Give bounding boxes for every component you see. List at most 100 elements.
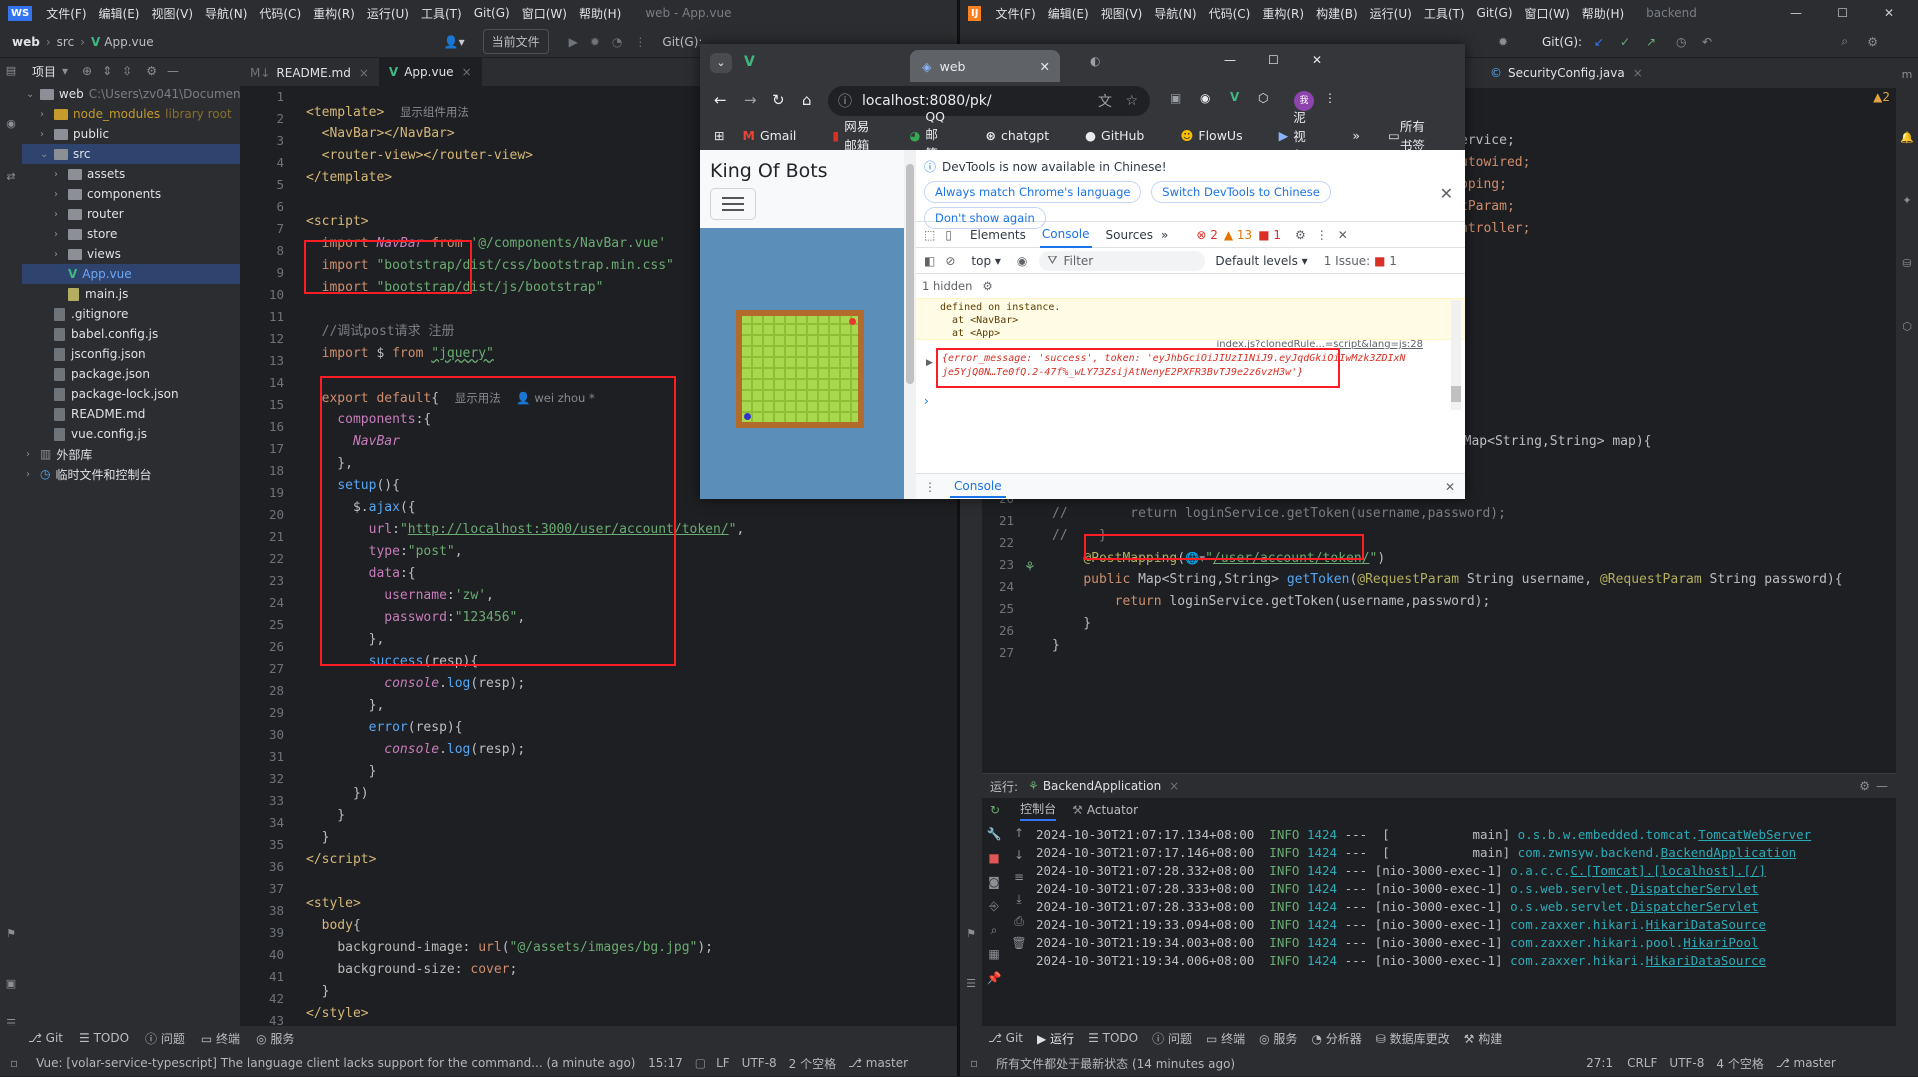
git-tool-button[interactable]: ⎇ Git <box>988 1031 1023 1045</box>
rollback-icon[interactable]: ↶ <box>1702 35 1712 49</box>
caret-position[interactable]: 27:1 <box>1586 1056 1613 1070</box>
log-levels-dropdown[interactable]: Default levels ▾ <box>1215 254 1307 268</box>
stop-icon[interactable]: ■ <box>982 846 1006 870</box>
chevron-icon[interactable]: › <box>26 469 40 480</box>
close-icon[interactable]: × <box>1633 66 1643 80</box>
tree-item[interactable]: › ▥ 外部库 <box>22 444 240 464</box>
menu-view[interactable]: 视图(V) <box>145 5 199 22</box>
issue-badge[interactable]: ■ 1 <box>1258 228 1281 242</box>
todo-tool-button[interactable]: ☰ TODO <box>1088 1031 1138 1045</box>
status-message[interactable]: 所有文件都处于最新状态 (14 minutes ago) <box>996 1055 1556 1072</box>
git-commit-icon[interactable]: ✓ <box>1620 35 1630 49</box>
log-class-link[interactable]: BackendApplication <box>1661 845 1796 860</box>
indent-setting[interactable]: 2 个空格 <box>789 1055 836 1072</box>
maximize-icon[interactable]: ☐ <box>1268 53 1279 67</box>
menu-help[interactable]: 帮助(H) <box>1576 5 1630 22</box>
console-prompt[interactable]: › <box>916 394 1465 410</box>
db-changes-tool-button[interactable]: ⛁ 数据库更改 <box>1376 1030 1450 1047</box>
chevron-icon[interactable]: › <box>54 229 68 240</box>
bookmark-github[interactable]: ● GitHub <box>1085 128 1162 143</box>
translate-icon[interactable]: 文 <box>1098 91 1112 111</box>
more-bookmarks-icon[interactable]: » <box>1352 128 1360 143</box>
wrench-icon[interactable]: 🔧 <box>982 822 1006 846</box>
maven-icon[interactable]: m <box>1896 68 1918 81</box>
gear-icon[interactable]: ⚙ <box>146 64 157 78</box>
drawer-console-tab[interactable]: Console <box>950 476 1006 498</box>
menu-tools[interactable]: 工具(T) <box>415 5 468 22</box>
bookmarks-icon[interactable]: ⚑ <box>0 927 22 940</box>
log-class-link[interactable]: DispatcherServlet <box>1631 899 1759 914</box>
tab-console[interactable]: 控制台 <box>1020 800 1057 821</box>
vue-tab-icon[interactable]: V <box>744 54 755 70</box>
status-message[interactable]: Vue: [volar-service-typescript] The lang… <box>36 1056 636 1070</box>
tab-elements[interactable]: Elements <box>970 228 1026 242</box>
console-filter-input[interactable]: ⛛ Filter <box>1039 250 1206 271</box>
address-bar[interactable]: ⓘ localhost:8080/pk/ 文 ☆ <box>828 86 1150 116</box>
commit-tool-icon[interactable]: ◉ <box>0 117 22 130</box>
debug-icon[interactable]: ✹ <box>1498 35 1508 49</box>
live-expression-icon[interactable]: ◉ <box>1017 254 1027 268</box>
menu-window[interactable]: 窗口(W) <box>516 5 573 22</box>
apps-icon[interactable]: ⊞ <box>714 128 724 143</box>
log-class-link[interactable]: DispatcherServlet <box>1631 881 1759 896</box>
home-icon[interactable]: ⌂ <box>802 91 812 109</box>
chrome-tab-active[interactable]: ◈ web ✕ <box>910 50 1060 82</box>
profiler-tool-button[interactable]: ◔ 分析器 <box>1311 1030 1361 1047</box>
tree-item[interactable]: › ◷ 临时文件和控制台 <box>22 464 240 484</box>
console-scrollbar[interactable] <box>1451 300 1461 410</box>
tab-security-config[interactable]: © SecurityConfig.java × <box>1480 58 1653 88</box>
tree-item[interactable]: ⌄ src <box>22 144 240 164</box>
git-tool-button[interactable]: ⎇ Git <box>28 1031 63 1045</box>
tree-item[interactable]: vue.config.js <box>22 424 240 444</box>
menu-file[interactable]: 文件(F) <box>40 5 92 22</box>
bookmark-163[interactable]: ▮ 网易邮箱 <box>832 116 891 154</box>
breadcrumb-src[interactable]: src <box>57 35 75 49</box>
extensions-icon[interactable]: ⬡ <box>1258 91 1268 105</box>
tab-app-vue[interactable]: V App.vue × <box>378 58 482 88</box>
breadcrumb-file[interactable]: App.vue <box>104 35 153 49</box>
indent-setting[interactable]: 4 个空格 <box>1716 1055 1763 1072</box>
line-separator[interactable]: LF <box>716 1056 730 1070</box>
menu-git[interactable]: Git(G) <box>468 6 516 20</box>
close-icon[interactable]: × <box>359 66 369 80</box>
run-config-dropdown[interactable]: 当前文件 <box>482 29 549 54</box>
tab-sources[interactable]: Sources <box>1106 228 1153 242</box>
expand-all-icon[interactable]: ⇕ <box>102 64 112 78</box>
all-bookmarks[interactable]: ▭ 所有书签 <box>1388 116 1447 154</box>
export-icon[interactable]: ⎆ <box>982 894 1006 918</box>
run-config-tab[interactable]: BackendApplication <box>1043 779 1161 793</box>
close-window-icon[interactable]: ✕ <box>1312 53 1322 67</box>
locate-icon[interactable]: ⊕ <box>82 64 92 78</box>
chevron-down-icon[interactable]: ▾ <box>62 64 68 78</box>
page-scrollbar[interactable] <box>904 150 916 499</box>
gear-icon[interactable]: ⚙ <box>1859 779 1870 793</box>
inspect-icon[interactable]: ⬚ <box>924 228 935 242</box>
tree-item[interactable]: › node_modules library root <box>22 104 240 124</box>
run-icon[interactable]: ▶ <box>569 35 578 49</box>
debug-icon[interactable]: ✹ <box>590 35 600 49</box>
close-devtools-icon[interactable]: ✕ <box>1338 228 1348 242</box>
vue-devtools-icon[interactable]: V <box>1230 90 1239 104</box>
expand-triangle-icon[interactable]: ▶ <box>926 356 933 370</box>
notifications-icon[interactable]: 🔔 <box>1896 131 1918 144</box>
clear-console-icon[interactable]: ⊘ <box>945 254 955 268</box>
hide-icon[interactable]: — <box>167 64 179 78</box>
tab-search-icon[interactable]: ⌄ <box>710 53 732 73</box>
warnings-indicator[interactable]: ▲2 <box>1873 90 1890 104</box>
tree-item[interactable]: › assets <box>22 164 240 184</box>
file-encoding[interactable]: UTF-8 <box>742 1056 777 1070</box>
game-map[interactable] <box>736 310 864 428</box>
log-class-link[interactable]: HikariPool <box>1683 935 1758 950</box>
close-drawer-icon[interactable]: ✕ <box>1445 480 1455 494</box>
close-icon[interactable]: × <box>462 65 472 79</box>
chevron-icon[interactable]: › <box>40 129 54 140</box>
match-language-button[interactable]: Always match Chrome's language <box>924 181 1142 203</box>
plugin-icon[interactable]: ⬡ <box>1896 320 1918 333</box>
hide-icon[interactable]: — <box>1876 779 1888 793</box>
menu-help[interactable]: 帮助(H) <box>573 5 627 22</box>
navbar-toggler[interactable] <box>710 188 756 220</box>
console-settings-icon[interactable]: ⚙ <box>982 279 992 293</box>
caret-position[interactable]: 15:17 <box>648 1056 683 1070</box>
print-icon[interactable]: ⎙ <box>1006 910 1032 932</box>
run-tool-button[interactable]: ▶ 运行 <box>1037 1030 1074 1047</box>
